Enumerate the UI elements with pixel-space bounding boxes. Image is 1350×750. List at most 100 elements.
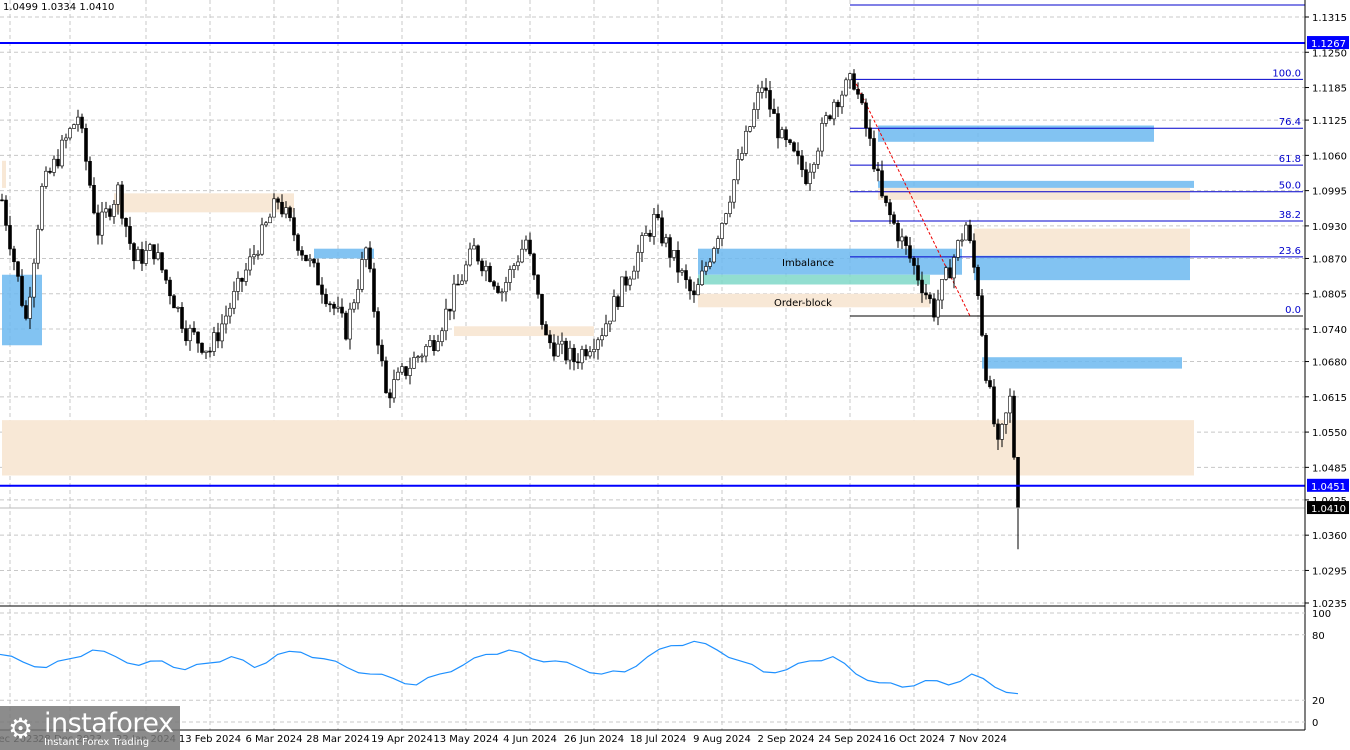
candle-body bbox=[464, 264, 468, 282]
candle-body bbox=[308, 258, 312, 262]
candle-body bbox=[872, 138, 876, 170]
candle-body bbox=[436, 341, 440, 351]
candle-body bbox=[520, 248, 524, 263]
demand-zone bbox=[974, 255, 1190, 281]
y-tick-label: 1.1060 bbox=[1312, 151, 1347, 162]
candle-body bbox=[664, 237, 668, 244]
candle-body bbox=[988, 380, 992, 388]
candle-body bbox=[712, 248, 716, 263]
candle-body bbox=[136, 249, 140, 262]
candle-body bbox=[20, 276, 24, 306]
candle-body bbox=[272, 198, 276, 218]
candle-body bbox=[344, 312, 348, 340]
candle-body bbox=[488, 265, 492, 282]
candle-body bbox=[56, 158, 60, 167]
current-price-label: 1.0410 bbox=[1311, 504, 1346, 515]
price-chart[interactable]: 1.13151.12501.11851.11251.10601.09951.09… bbox=[0, 0, 1350, 750]
candle-body bbox=[132, 243, 136, 262]
candle-body bbox=[848, 73, 852, 81]
candle-body bbox=[936, 299, 940, 318]
candle-body bbox=[632, 270, 636, 280]
fib-level-label: 0.0 bbox=[1285, 305, 1301, 316]
candle-body bbox=[356, 288, 360, 304]
candle-body bbox=[0, 199, 4, 202]
supply-zone bbox=[878, 187, 1190, 200]
candle-body bbox=[780, 129, 784, 139]
supply-zone bbox=[974, 228, 1190, 256]
candle-body bbox=[812, 163, 816, 173]
candle-body bbox=[52, 158, 56, 173]
y-tick-label: 1.0740 bbox=[1312, 325, 1347, 336]
candle-body bbox=[560, 340, 564, 345]
candle-body bbox=[268, 216, 272, 224]
candle-body bbox=[264, 222, 268, 226]
candle-body bbox=[704, 266, 708, 272]
candle-body bbox=[908, 245, 912, 259]
candle-body bbox=[528, 239, 532, 255]
candle-body bbox=[648, 232, 652, 237]
candle-body bbox=[852, 73, 856, 90]
candle-body bbox=[288, 207, 292, 218]
candle-body bbox=[588, 351, 592, 357]
x-tick-label: 24 Sep 2024 bbox=[818, 734, 881, 745]
candle-body bbox=[820, 123, 824, 152]
candle-body bbox=[416, 356, 420, 359]
candle-body bbox=[888, 202, 892, 216]
y-tick-label: 1.0805 bbox=[1312, 290, 1347, 301]
candle-body bbox=[604, 323, 608, 337]
candle-body bbox=[284, 207, 288, 215]
candle-body bbox=[448, 308, 452, 312]
candle-body bbox=[844, 79, 848, 96]
candle-body bbox=[412, 357, 416, 369]
y-tick-label: 1.0995 bbox=[1312, 187, 1347, 198]
gear-logo-icon: ⚙ bbox=[8, 712, 34, 745]
candle-body bbox=[116, 184, 120, 205]
candle-body bbox=[984, 335, 988, 381]
candle-body bbox=[580, 349, 584, 364]
x-tick-label: 16 Oct 2024 bbox=[883, 734, 945, 745]
candle-body bbox=[832, 101, 836, 120]
y-tick-label: 1.0485 bbox=[1312, 463, 1347, 474]
candle-body bbox=[64, 137, 68, 141]
x-tick-label: 28 Mar 2024 bbox=[306, 734, 369, 745]
candle-body bbox=[656, 214, 660, 219]
candle-body bbox=[700, 270, 704, 286]
candle-body bbox=[672, 250, 676, 258]
candle-body bbox=[892, 214, 896, 224]
x-tick-label: 4 Jun 2024 bbox=[503, 734, 557, 745]
candle-body bbox=[524, 239, 528, 250]
candle-body bbox=[204, 350, 208, 353]
candle-body bbox=[452, 283, 456, 312]
osc-tick-label: 0 bbox=[1312, 718, 1318, 729]
candle-body bbox=[920, 279, 924, 294]
candle-body bbox=[196, 331, 200, 344]
logo-name: instaforex bbox=[44, 708, 174, 739]
candle-body bbox=[956, 240, 960, 258]
candle-body bbox=[836, 101, 840, 108]
candle-body bbox=[400, 366, 404, 373]
candle-body bbox=[508, 269, 512, 283]
zone-label: Order-block bbox=[774, 298, 832, 309]
candle-body bbox=[548, 334, 552, 344]
candle-body bbox=[640, 235, 644, 253]
x-tick-label: 7 Nov 2024 bbox=[949, 734, 1007, 745]
candle-body bbox=[952, 257, 956, 279]
candle-body bbox=[740, 153, 744, 160]
candle-body bbox=[660, 217, 664, 244]
x-tick-label: 18 Jul 2024 bbox=[630, 734, 687, 745]
candle-body bbox=[972, 240, 976, 268]
candle-body bbox=[628, 278, 632, 286]
candle-body bbox=[612, 296, 616, 322]
candle-body bbox=[336, 306, 340, 309]
candle-body bbox=[484, 265, 488, 272]
candle-body bbox=[716, 238, 720, 249]
candle-body bbox=[124, 217, 128, 227]
candle-body bbox=[552, 342, 556, 357]
candle-body bbox=[140, 249, 144, 264]
candle-body bbox=[864, 102, 868, 129]
candle-body bbox=[964, 224, 968, 241]
candle-body bbox=[160, 252, 164, 271]
x-tick-label: 13 May 2024 bbox=[433, 734, 498, 745]
candle-body bbox=[208, 350, 212, 353]
y-tick-label: 1.1125 bbox=[1312, 116, 1347, 127]
